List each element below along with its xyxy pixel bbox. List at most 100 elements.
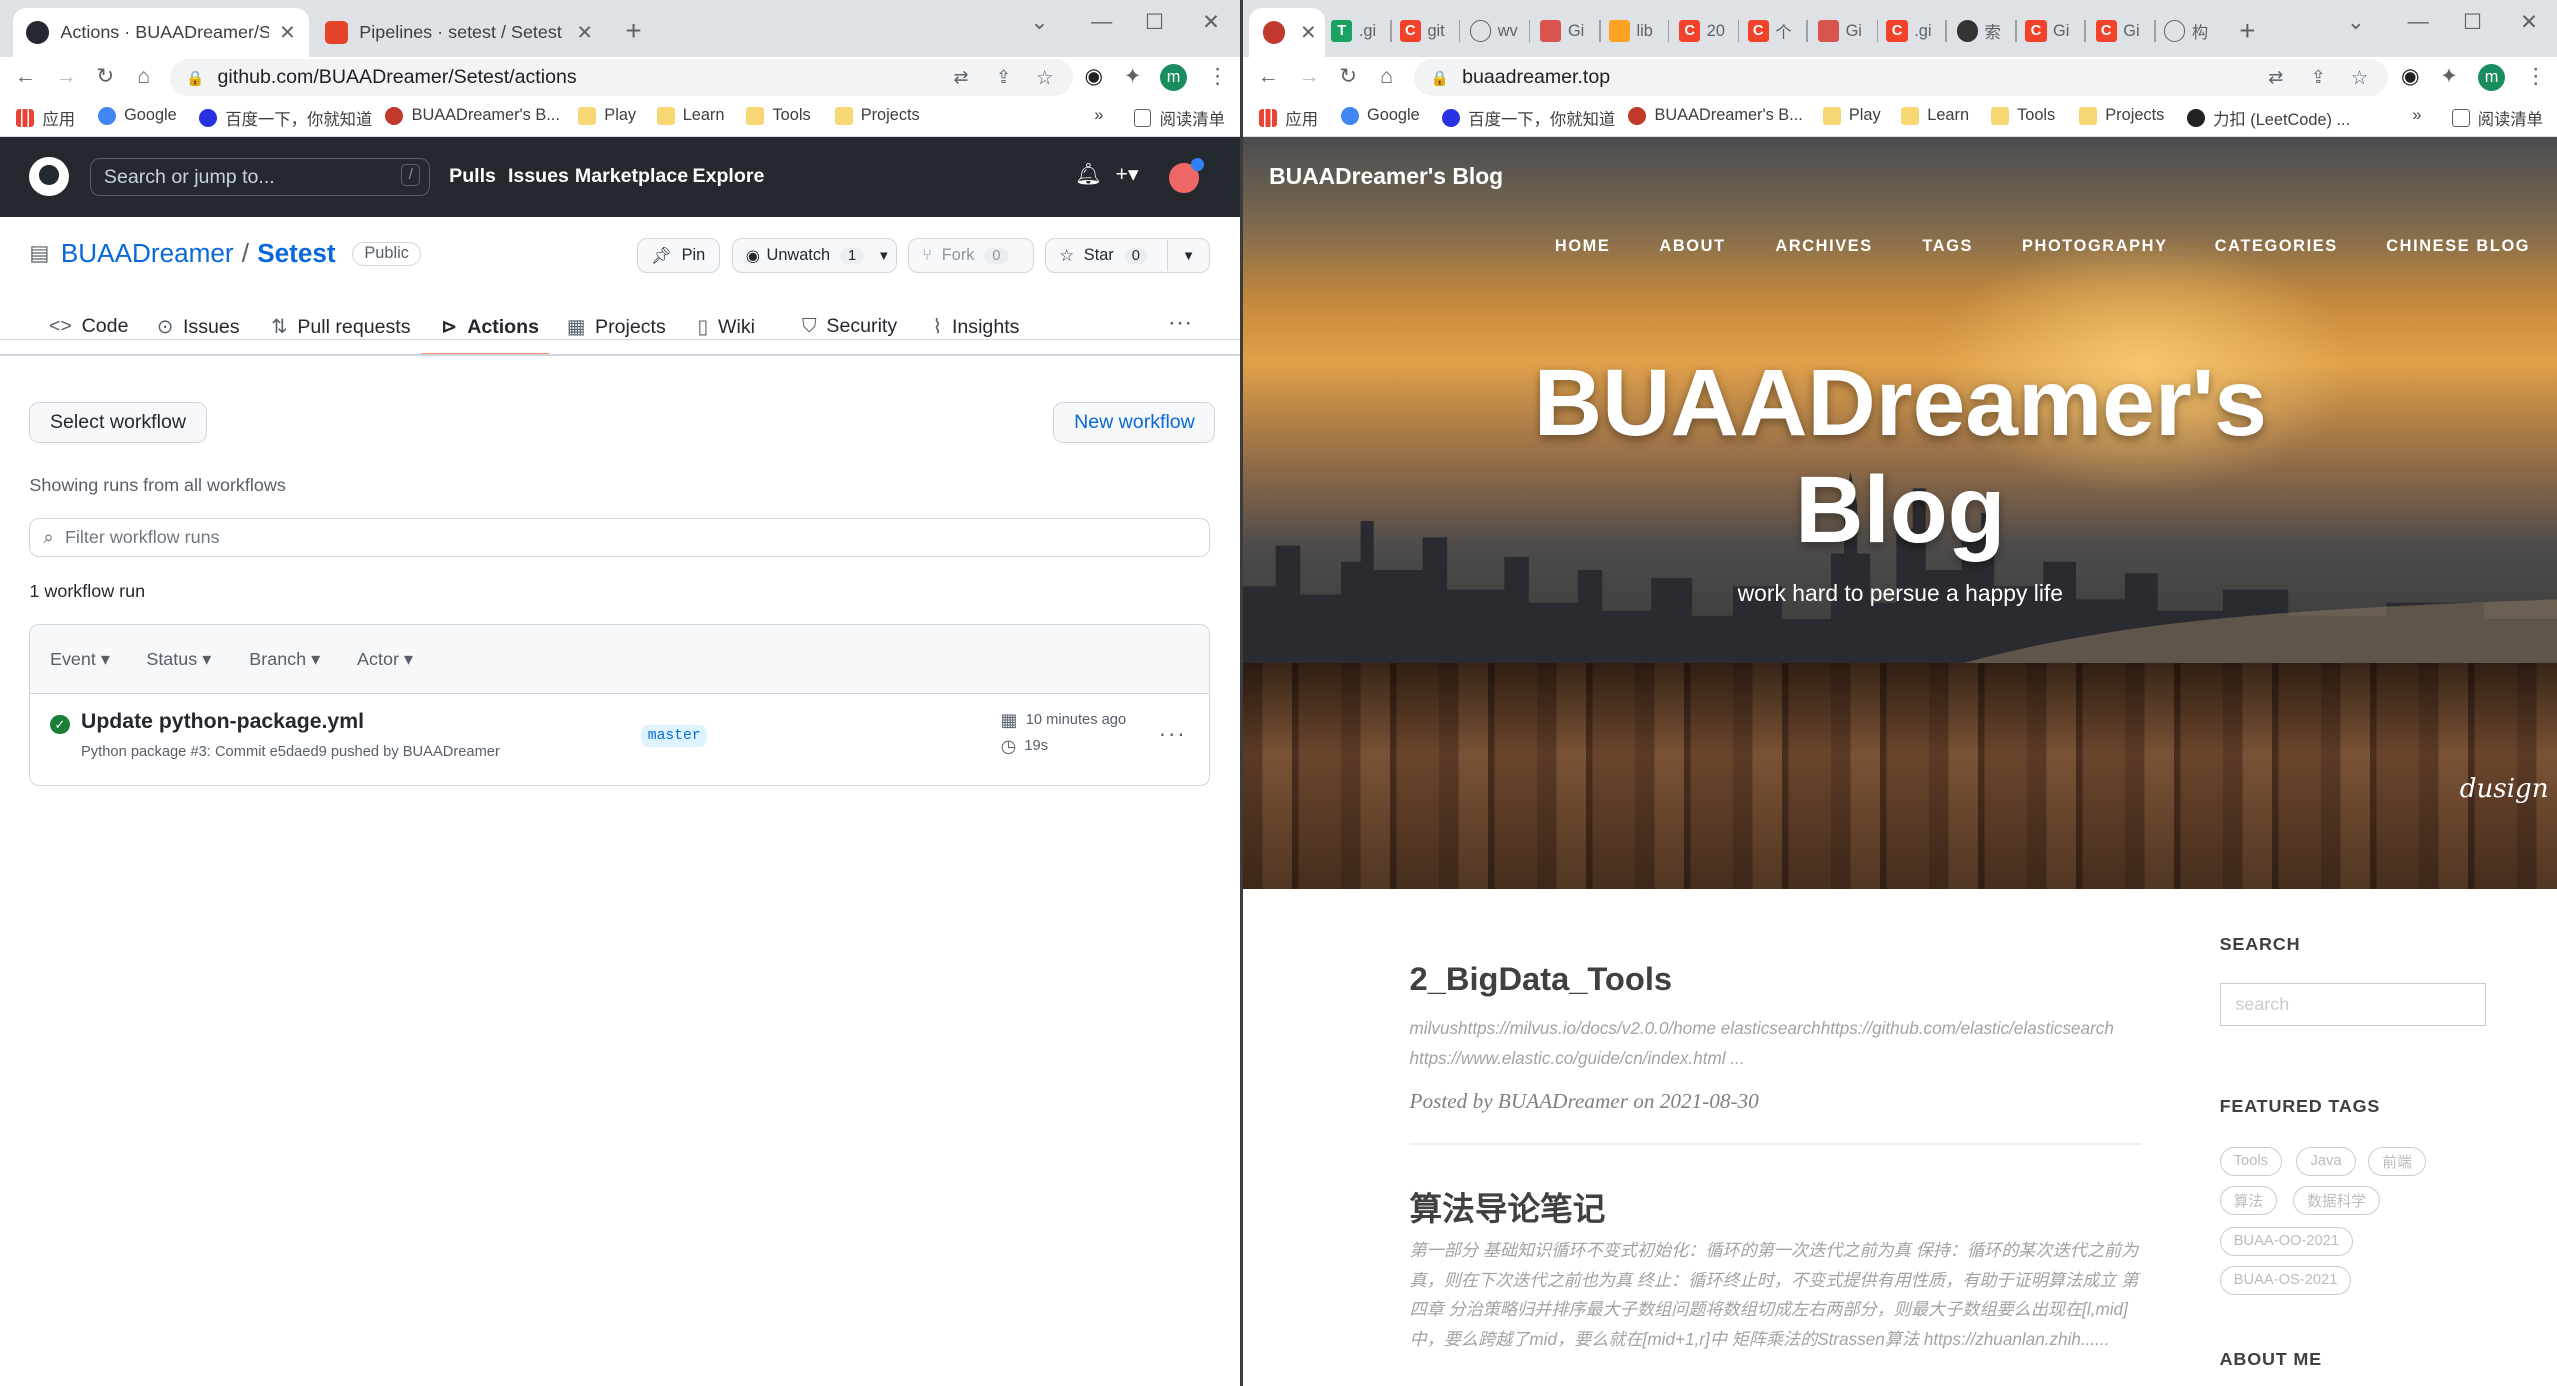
star-button[interactable]: ☆ Star 0 ▼ xyxy=(1045,238,1211,273)
blog-brand-link[interactable]: BUAADreamer's Blog xyxy=(1269,163,1503,190)
bookmark-apps[interactable]: 应用 xyxy=(16,106,75,130)
sidebar-search-input[interactable]: search xyxy=(2219,983,2486,1026)
tab-wiki[interactable]: ▯ Wiki xyxy=(697,315,755,339)
star-dropdown-icon[interactable]: ▼ xyxy=(1166,240,1209,272)
filter-runs-input[interactable]: ⌕ Filter workflow runs xyxy=(29,517,1211,557)
tab-insights[interactable]: ⌇ Insights xyxy=(933,315,1020,339)
reading-list[interactable]: 阅读清单 xyxy=(2451,106,2543,130)
fork-button[interactable]: ⑂ Fork 0 xyxy=(908,238,1034,273)
github-search-input[interactable]: Search or jump to... / xyxy=(89,158,430,196)
home-icon[interactable]: ⌂ xyxy=(137,64,150,90)
tag-pill[interactable]: 算法 xyxy=(2219,1185,2278,1216)
close-window-icon[interactable]: ✕ xyxy=(2520,10,2538,35)
close-icon[interactable]: ✕ xyxy=(279,21,295,45)
translate-icon[interactable]: ⇄ xyxy=(954,67,969,88)
nav-explore[interactable]: Explore xyxy=(693,165,765,188)
tag-pill[interactable]: BUAA-OS-2021 xyxy=(2219,1265,2352,1296)
address-bar[interactable]: 🔒 buaadreamer.top ⇄ ⇪ ☆ xyxy=(1414,58,2388,97)
nav-marketplace[interactable]: Marketplace xyxy=(575,165,688,188)
tag-pill[interactable]: Tools xyxy=(2219,1146,2283,1176)
forward-icon[interactable]: → xyxy=(1298,64,1319,90)
more-bookmarks-icon[interactable]: » xyxy=(2412,106,2421,125)
filter-actor[interactable]: Actor ▾ xyxy=(357,649,413,670)
nav-categories[interactable]: CATEGORIES xyxy=(2215,237,2338,256)
filter-branch[interactable]: Branch ▾ xyxy=(249,649,320,670)
bookmark-learn[interactable]: Learn xyxy=(1901,106,1969,125)
maximize-icon[interactable]: ☐ xyxy=(2463,10,2482,35)
close-icon[interactable]: ✕ xyxy=(576,21,592,45)
bookmark-learn[interactable]: Learn xyxy=(656,106,724,125)
post-excerpt[interactable]: 第一部分 基础知识循环不变式初始化：循环的第一次迭代之前为真 保持：循环的某次迭… xyxy=(1410,1236,2142,1386)
back-icon[interactable]: ← xyxy=(1258,64,1279,90)
reload-icon[interactable]: ↻ xyxy=(96,64,114,90)
post-title-link[interactable]: 算法导论笔记 xyxy=(1410,1183,1606,1230)
more-bookmarks-icon[interactable]: » xyxy=(1094,106,1103,125)
bookmark-baidu[interactable]: 百度一下，你就知道 xyxy=(1442,106,1615,130)
bookmark-google[interactable]: Google xyxy=(1340,106,1420,125)
extension-icon[interactable]: ◉ xyxy=(2401,64,2420,90)
mini-tab-5[interactable]: lib xyxy=(1608,16,1653,45)
post-title-link[interactable]: 2_BigData_Tools xyxy=(1410,960,1673,998)
tab-actions[interactable]: ⊳ Actions xyxy=(441,315,539,339)
tab-blog[interactable]: ✕ xyxy=(1249,8,1325,58)
close-icon[interactable]: ✕ xyxy=(1300,21,1316,45)
mini-tab-3[interactable]: wv xyxy=(1469,16,1518,45)
run-title-link[interactable]: Update python-package.yml xyxy=(81,710,364,734)
run-options-icon[interactable]: ··· xyxy=(1159,720,1187,747)
bookmark-play[interactable]: Play xyxy=(578,106,636,125)
nav-issues[interactable]: Issues xyxy=(508,165,569,188)
puzzle-extensions-icon[interactable]: ✦ xyxy=(2440,64,2458,90)
home-icon[interactable]: ⌂ xyxy=(1380,64,1393,90)
address-bar[interactable]: 🔒 github.com/BUAADreamer/Setest/actions … xyxy=(169,58,1074,97)
tag-pill[interactable]: 数据科学 xyxy=(2293,1185,2381,1216)
puzzle-extensions-icon[interactable]: ✦ xyxy=(1124,64,1142,90)
new-workflow-button[interactable]: New workflow xyxy=(1053,401,1216,443)
bookmark-blog[interactable]: BUAADreamer's B... xyxy=(1628,106,1803,125)
reading-list[interactable]: 阅读清单 xyxy=(1133,106,1225,130)
bookmark-tools[interactable]: Tools xyxy=(746,106,811,125)
tag-pill[interactable]: Java xyxy=(2296,1146,2356,1176)
mini-tab-1[interactable]: T .gi xyxy=(1331,16,1376,45)
nav-chinese-blog[interactable]: CHINESE BLOG xyxy=(2386,237,2530,256)
close-window-icon[interactable]: ✕ xyxy=(1202,10,1220,35)
menu-icon[interactable]: ⋮ xyxy=(1207,64,1228,90)
pin-button[interactable]: 📌︎ Pin xyxy=(636,238,721,273)
mini-tab-10[interactable]: 索 xyxy=(1956,16,2001,45)
branch-label[interactable]: master xyxy=(641,724,708,748)
post-excerpt[interactable]: milvushttps://milvus.io/docs/v2.0.0/home… xyxy=(1410,1014,2142,1073)
profile-avatar[interactable]: m xyxy=(2477,63,2506,92)
bookmark-play[interactable]: Play xyxy=(1822,106,1881,125)
mini-tab-9[interactable]: C .gi xyxy=(1886,16,1931,45)
bookmark-blog[interactable]: BUAADreamer's B... xyxy=(385,106,560,125)
watch-button[interactable]: ◉ Unwatch 1 ▼ xyxy=(731,238,897,273)
tab-pipelines[interactable]: Pipelines · setest / Setest · Git ✕ xyxy=(312,8,606,57)
more-tabs-icon[interactable]: ··· xyxy=(1168,309,1192,337)
mini-tab-7[interactable]: C个 xyxy=(1747,16,1792,45)
bookmark-apps[interactable]: 应用 xyxy=(1259,106,1318,130)
nav-pulls[interactable]: Pulls xyxy=(449,165,496,188)
repo-name-link[interactable]: Setest xyxy=(257,238,335,269)
tab-search-icon[interactable]: ⌄ xyxy=(2347,10,2365,35)
mini-tab-13[interactable]: 构 xyxy=(2164,16,2208,45)
minimize-icon[interactable]: — xyxy=(1091,10,1112,34)
bookmark-google[interactable]: Google xyxy=(97,106,177,125)
bookmark-star-icon[interactable]: ☆ xyxy=(2351,66,2369,90)
mini-tab-2[interactable]: Cgit xyxy=(1399,16,1445,45)
reload-icon[interactable]: ↻ xyxy=(1339,64,1357,90)
bookmark-baidu[interactable]: 百度一下，你就知道 xyxy=(199,106,372,130)
bell-icon[interactable]: 🔔︎ xyxy=(1075,162,1102,187)
menu-icon[interactable]: ⋮ xyxy=(2525,64,2546,90)
tab-security[interactable]: ⛉ Security xyxy=(802,315,897,338)
translate-icon[interactable]: ⇄ xyxy=(2268,67,2283,88)
tag-pill[interactable]: BUAA-OO-2021 xyxy=(2219,1226,2354,1256)
tab-actions[interactable]: Actions · BUAADreamer/Setest ✕ xyxy=(13,8,309,58)
share-icon[interactable]: ⇪ xyxy=(2311,67,2326,88)
workflow-run-row[interactable]: ✓ Update python-package.yml Python packa… xyxy=(30,694,1209,785)
bookmark-leetcode[interactable]: 力扣 (LeetCode) ... xyxy=(2186,106,2350,130)
new-tab-icon[interactable]: + xyxy=(626,15,642,47)
new-tab-icon[interactable]: + xyxy=(2239,15,2255,47)
tag-pill[interactable]: 前端 xyxy=(2368,1146,2426,1176)
tab-issues[interactable]: ⊙ Issues xyxy=(157,315,240,339)
create-new-icon[interactable]: +▾ xyxy=(1116,162,1139,187)
tab-search-icon[interactable]: ⌄ xyxy=(1031,10,1049,35)
